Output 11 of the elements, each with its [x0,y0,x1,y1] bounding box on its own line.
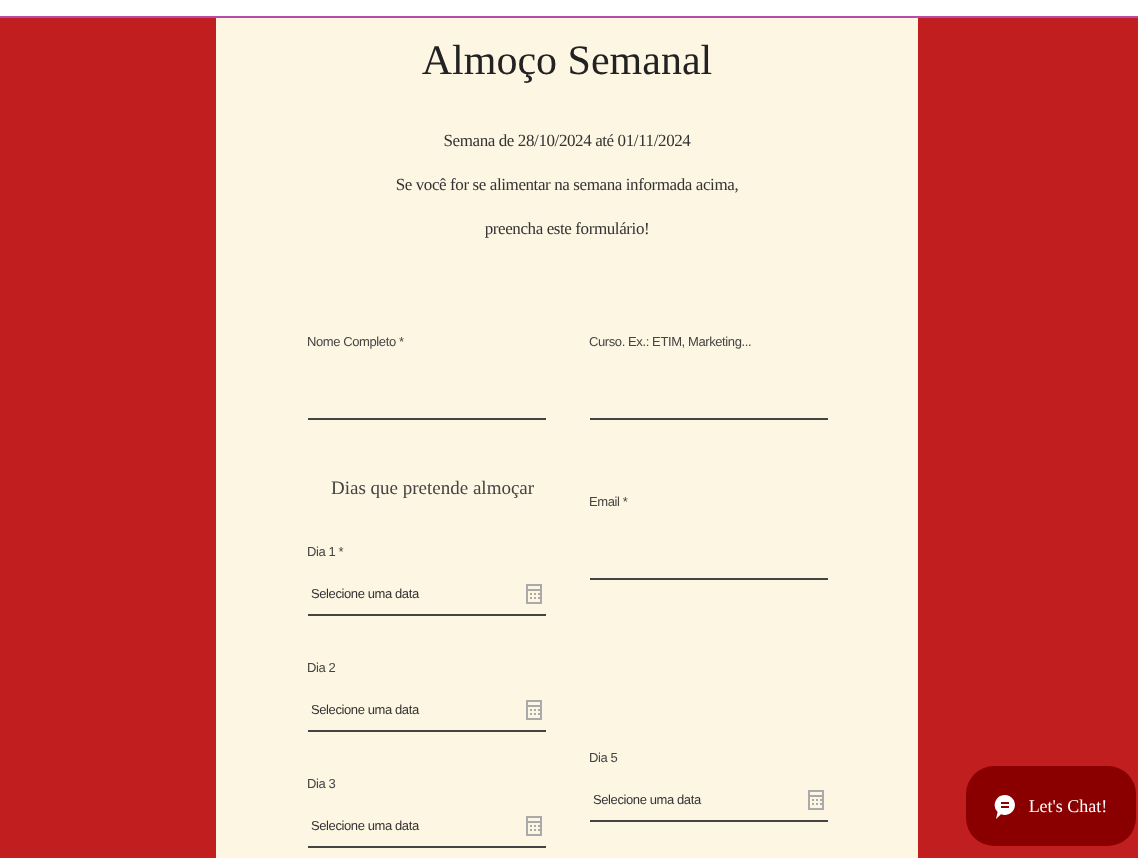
calendar-icon [807,790,823,810]
calendar-icon [525,584,541,604]
intro-text: Se você for se alimentar na semana informada acima, [395,172,739,198]
calendar-icon [525,700,541,720]
chat-button[interactable]: Let's Chat! [966,766,1136,846]
section-heading: Dias que pretende almoçar [331,480,537,500]
calendar-icon [525,816,541,836]
chat-bubble-icon [994,793,1017,819]
form-title: Almoço Semanal [421,36,713,86]
intro-text: Semana de 28/10/2024 até 01/11/2024 [443,128,691,154]
intro-text: preencha este formulário! [484,216,650,242]
